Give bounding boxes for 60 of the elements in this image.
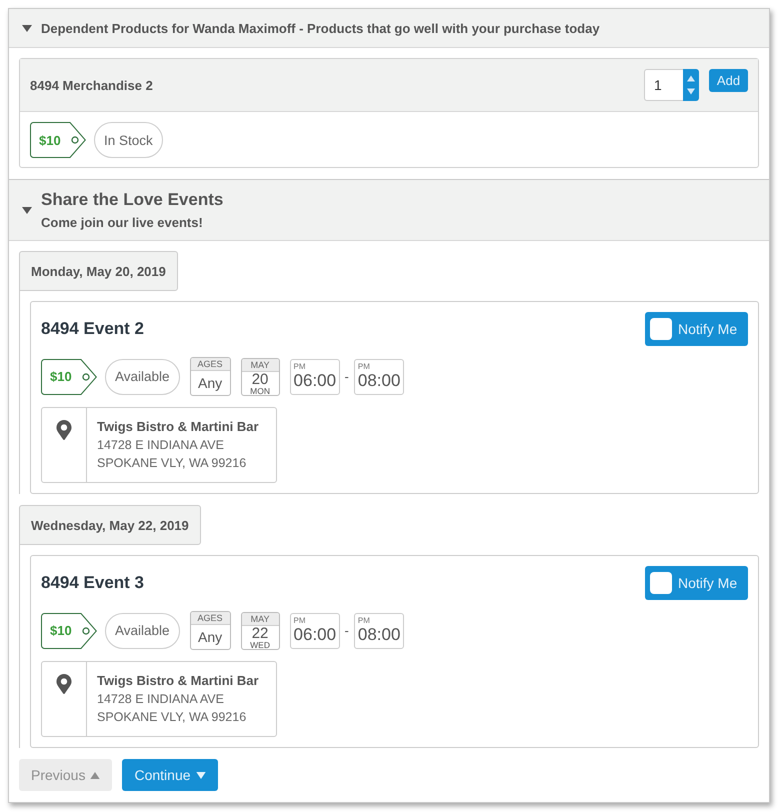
tag-hole-icon — [82, 626, 90, 634]
day-number: 20 — [252, 372, 268, 386]
address-line: SPOKANE VLY, WA 99216 — [97, 455, 248, 472]
caret-down-icon[interactable] — [196, 772, 206, 778]
date-heading: Wednesday, May 22, 2019 — [19, 505, 201, 545]
quantity-spinner[interactable] — [683, 69, 699, 101]
product-name: 8494 Merchandise 2 — [30, 78, 153, 92]
caret-down-icon[interactable] — [22, 24, 32, 32]
time-period: PM — [358, 616, 371, 624]
checkbox[interactable] — [650, 572, 672, 594]
caret-up-icon[interactable] — [687, 75, 695, 82]
address-line: 14728 E INDIANA AVE — [97, 437, 225, 454]
price-text: $10 — [50, 623, 72, 638]
notify-button[interactable]: Notify Me — [645, 566, 748, 600]
location-pin-icon — [54, 674, 74, 694]
event-title: 8494 Event 3 — [41, 573, 144, 593]
stock-badge: In Stock — [94, 122, 163, 158]
address-line: SPOKANE VLY, WA 99216 — [97, 709, 248, 726]
time-value: 06:00 — [294, 370, 338, 390]
ages-label: AGES — [190, 358, 230, 371]
time-separator: - — [344, 623, 349, 638]
checkbox[interactable] — [650, 318, 672, 340]
continue-button[interactable]: Continue — [122, 759, 218, 791]
month-label: MAY — [242, 358, 279, 372]
day-number: 22 — [252, 626, 268, 640]
time-value: 08:00 — [358, 624, 402, 644]
section-header[interactable]: Dependent Products for Wanda Maximoff - Products that go well with your purchase today — [9, 9, 769, 48]
ages-value: Any — [198, 628, 222, 647]
date-heading: Monday, May 20, 2019 — [19, 251, 178, 291]
event-title: 8494 Event 2 — [41, 319, 144, 339]
time-value: 06:00 — [294, 624, 338, 644]
time-value: 08:00 — [358, 370, 402, 390]
caret-down-icon[interactable] — [22, 206, 32, 214]
address-line: 14728 E INDIANA AVE — [97, 691, 225, 708]
price-text: $10 — [50, 369, 72, 384]
tag-hole-icon — [71, 136, 79, 144]
weekday-label: WED — [250, 640, 270, 648]
time-separator: - — [344, 369, 349, 384]
time-period: PM — [358, 362, 371, 370]
time-period: PM — [294, 616, 307, 624]
tag-hole-icon — [82, 372, 90, 380]
availability-badge: Available — [105, 358, 180, 394]
ages-value: Any — [198, 374, 222, 393]
add-button[interactable]: Add — [709, 69, 748, 92]
section-title: Share the Love Events — [41, 190, 224, 210]
section-header[interactable]: Share the Love Events Come join our live events! — [9, 180, 769, 241]
section-subtitle: Come join our live events! — [41, 214, 204, 230]
price-text: $10 — [39, 132, 61, 148]
venue-name: Twigs Bistro & Martini Bar — [97, 418, 259, 436]
quantity-input[interactable]: 1 — [644, 69, 683, 101]
month-label: MAY — [242, 612, 279, 626]
location-pin-icon — [54, 420, 74, 440]
caret-down-icon[interactable] — [687, 88, 695, 95]
section-title: Dependent Products for Wanda Maximoff - Products that go well with your purchase today — [41, 20, 600, 36]
notify-button[interactable]: Notify Me — [645, 312, 748, 346]
time-period: PM — [294, 362, 307, 370]
availability-badge: Available — [105, 612, 180, 648]
weekday-label: MON — [250, 386, 270, 394]
venue-name: Twigs Bistro & Martini Bar — [97, 672, 259, 690]
ages-label: AGES — [190, 612, 230, 625]
